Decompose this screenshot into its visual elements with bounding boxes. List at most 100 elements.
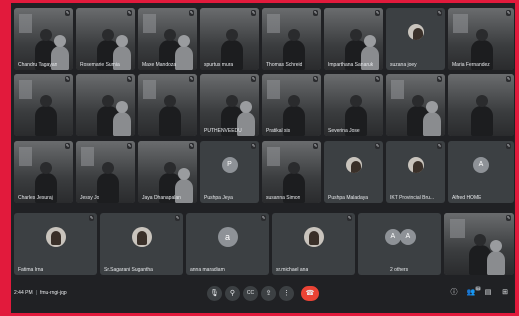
mic-icon: ✎	[65, 10, 70, 16]
mic-icon: ✎	[313, 143, 318, 149]
avatar	[45, 226, 66, 247]
mic-icon: ✎	[65, 76, 70, 82]
participant-name: PUTHENVEEDU	[204, 128, 242, 134]
hang-up-button[interactable]: ☎	[301, 286, 319, 301]
mic-icon: ✎	[189, 143, 194, 149]
mic-icon: ✎	[437, 76, 442, 82]
avatar: A	[384, 228, 401, 245]
activities-button[interactable]: ⊞	[500, 288, 510, 298]
grid-row-2: ✎ ✎ ✎ ✎ PUTHENVEEDU ✎ Pratikal sis ✎ Sev…	[14, 74, 514, 136]
participant-tile[interactable]: P ✎ Pushpa Jeya	[200, 141, 259, 203]
participant-name: Rosemarie Sumia	[80, 62, 120, 68]
participant-tile[interactable]: ✎ Thomas Schreid	[262, 8, 321, 70]
mic-icon: ✎	[65, 143, 70, 149]
participant-tile[interactable]: ✎ Rosemarie Sumia	[76, 8, 135, 70]
participant-tile[interactable]: ✎	[448, 74, 514, 136]
avatar	[407, 156, 424, 173]
participant-tile[interactable]: ✎ spurtus mura	[200, 8, 259, 70]
participant-tile[interactable]: ✎ Maria Fernandez	[448, 8, 514, 70]
participant-name: sr.michael ana	[276, 267, 309, 273]
participant-name: Maxe Mandoza	[142, 62, 177, 68]
mic-icon: ✎	[127, 10, 132, 16]
participant-name: Sr.Sagarani Sugantha	[104, 267, 153, 273]
mic-icon: ✎	[89, 215, 94, 221]
meet-window: ✎ Chandru Tagayan ✎ Rosemarie Sumia ✎ Ma…	[11, 3, 515, 313]
participant-tile[interactable]: ✎ sr.michael ana	[272, 213, 355, 275]
participant-tile[interactable]: ✎ Maxe Mandoza	[138, 8, 197, 70]
mic-icon: ✎	[313, 10, 318, 16]
mic-icon: ✎	[261, 215, 266, 221]
mic-icon: ✎	[506, 143, 511, 149]
participant-tile[interactable]: ✎	[386, 74, 445, 136]
grid-row-4: ✎ Fatima Irna ✎ Sr.Sagarani Sugantha a ✎…	[14, 213, 514, 275]
clock-time: 2:44 PM	[14, 290, 33, 296]
avatar	[345, 156, 362, 173]
participant-name: Thomas Schreid	[266, 62, 303, 68]
mic-icon: ✎	[437, 143, 442, 149]
participant-tile[interactable]: ✎ Chandru Tagayan	[14, 8, 73, 70]
participant-tile[interactable]: ✎ suzana joey	[386, 8, 445, 70]
participant-name: susanna Simon	[266, 195, 301, 201]
participant-name: suzana joey	[390, 62, 417, 68]
participant-tile[interactable]: ✎ PUTHENVEEDU	[200, 74, 259, 136]
participant-name: Pushpa Jeya	[204, 195, 233, 201]
participant-tile[interactable]: ✎ Sr.Sagarani Sugantha	[100, 213, 183, 275]
present-button[interactable]: ⇪	[261, 286, 276, 301]
participant-name: Charles Jesuraj	[18, 195, 53, 201]
control-bar: 2:44 PM | fmu-rngi-jqp 🎙 ⚲ CC ⇪ ⋮ ☎ ⓘ 👥 54…	[11, 283, 515, 311]
mic-icon: ✎	[189, 10, 194, 16]
participant-tile[interactable]: ✎	[138, 74, 197, 136]
participant-tile[interactable]: ✎ IKT Provincial Bru...	[386, 141, 445, 203]
participant-name: Severina Jose	[328, 128, 360, 134]
avatar	[407, 23, 424, 40]
mic-icon: ✎	[127, 143, 132, 149]
participant-tile[interactable]: ✎ Charles Jesuraj	[14, 141, 73, 203]
self-view-tile[interactable]: ✎	[444, 213, 514, 275]
captions-button[interactable]: CC	[243, 286, 258, 301]
mic-icon: ✎	[375, 76, 380, 82]
people-count-badge: 54	[475, 286, 481, 291]
participant-tile[interactable]: ✎ Jessy Jo	[76, 141, 135, 203]
info-button[interactable]: ⓘ	[449, 288, 459, 298]
participant-name: Alfred HOME	[452, 195, 482, 201]
participant-tile[interactable]: ✎ Imparthana Sanaruk	[324, 8, 383, 70]
mic-icon: ✎	[347, 215, 352, 221]
avatar: P	[221, 156, 238, 173]
participant-name: IKT Provincial Bru...	[390, 195, 435, 201]
mic-icon: ✎	[189, 76, 194, 82]
participant-tile[interactable]: ✎ Jaya Dhanapalan	[138, 141, 197, 203]
avatar	[303, 226, 324, 247]
participant-name: anna maradiam	[190, 267, 225, 273]
avatar: A	[399, 228, 416, 245]
more-options-button[interactable]: ⋮	[279, 286, 294, 301]
participant-name: Fatima Irna	[18, 267, 44, 273]
participant-name: Pratikal sis	[266, 128, 291, 134]
mic-icon: ✎	[313, 76, 318, 82]
participant-name: Pushpa Maladaya	[328, 195, 369, 201]
camera-button[interactable]: ⚲	[225, 286, 240, 301]
avatar: A	[473, 156, 489, 173]
divider: |	[35, 290, 37, 296]
participant-name: Imparthana Sanaruk	[328, 62, 374, 68]
participant-tile[interactable]: ✎ susanna Simon	[262, 141, 321, 203]
participant-tile[interactable]: A ✎ Alfred HOME	[448, 141, 514, 203]
participant-tile[interactable]: ✎ Pushpa Maladaya	[324, 141, 383, 203]
participant-tile[interactable]: ✎ Pratikal sis	[262, 74, 321, 136]
mic-icon: ✎	[506, 215, 511, 221]
participant-tile[interactable]: ✎	[76, 74, 135, 136]
meeting-code: fmu-rngi-jqp	[39, 290, 67, 296]
grid-row-1: ✎ Chandru Tagayan ✎ Rosemarie Sumia ✎ Ma…	[14, 8, 514, 70]
participant-tile[interactable]: ✎ Fatima Irna	[14, 213, 97, 275]
others-tile[interactable]: A A 2 others	[358, 213, 441, 275]
mic-icon: ✎	[127, 76, 132, 82]
chat-button[interactable]: ▤	[483, 288, 493, 298]
mic-icon: ✎	[437, 10, 442, 16]
participant-tile[interactable]: ✎	[14, 74, 73, 136]
participant-tile[interactable]: a ✎ anna maradiam	[186, 213, 269, 275]
mic-button[interactable]: 🎙	[207, 286, 222, 301]
participant-tile[interactable]: ✎ Severina Jose	[324, 74, 383, 136]
participant-name: Maria Fernandez	[452, 62, 490, 68]
mic-icon: ✎	[251, 143, 256, 149]
participant-name: spurtus mura	[204, 62, 234, 68]
participant-name: Jaya Dhanapalan	[142, 195, 181, 201]
